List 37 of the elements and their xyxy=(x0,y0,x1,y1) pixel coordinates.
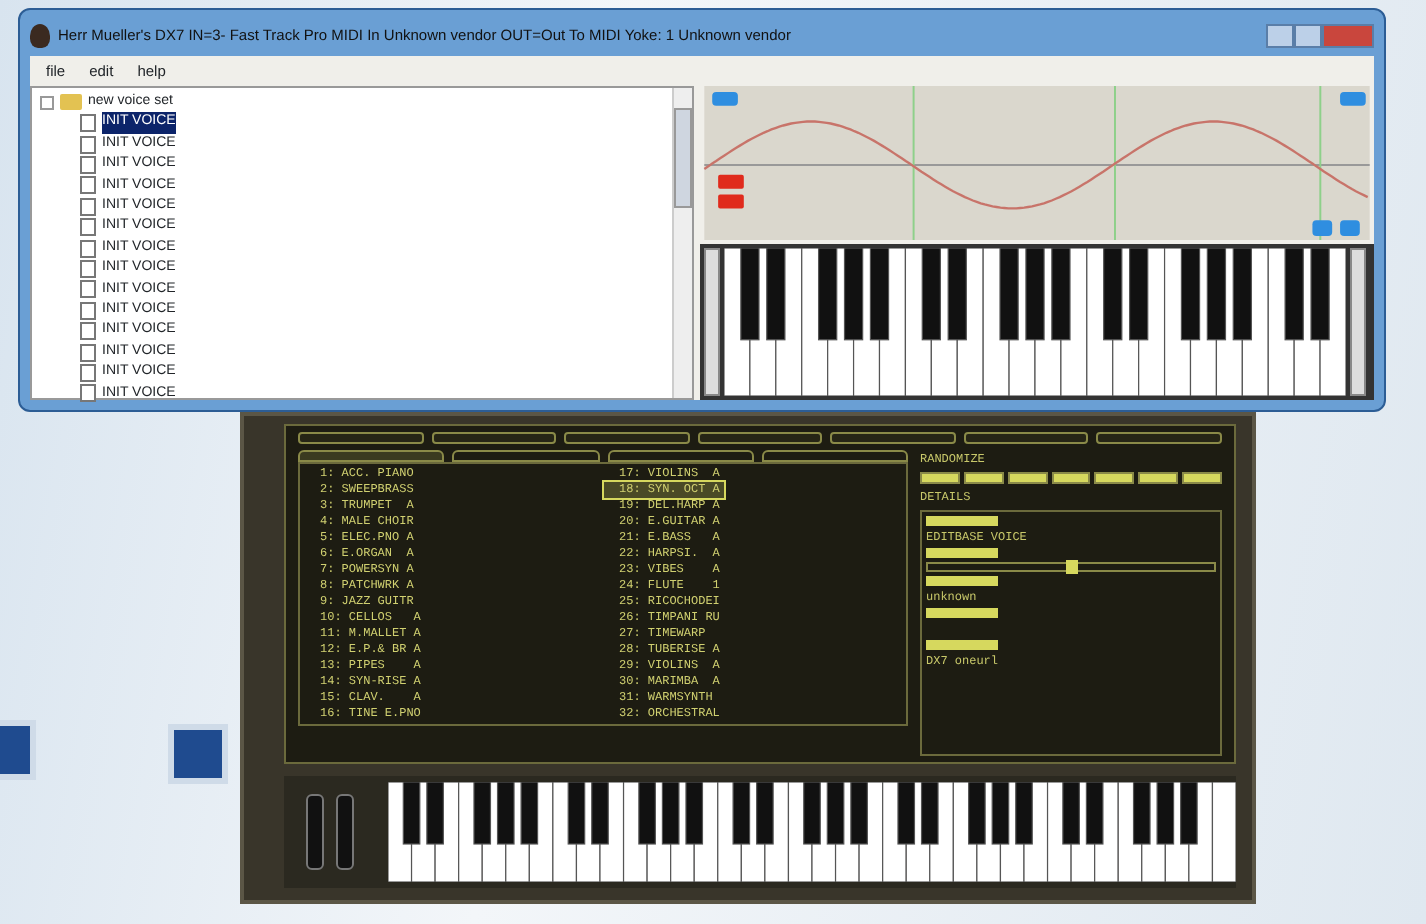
scrollbar[interactable] xyxy=(672,88,692,398)
slider-thumb[interactable] xyxy=(1065,560,1077,574)
panel-button[interactable] xyxy=(298,432,424,444)
app-icon xyxy=(30,24,50,48)
maximize-button[interactable] xyxy=(1294,24,1322,48)
mod-wheel[interactable] xyxy=(336,794,354,870)
toggle-button[interactable] xyxy=(1138,472,1179,484)
field-label xyxy=(926,516,998,526)
slider-track[interactable] xyxy=(704,248,720,396)
pitch-wheel[interactable] xyxy=(306,794,324,870)
toggle-button[interactable] xyxy=(1051,472,1091,484)
slider-track[interactable] xyxy=(1350,248,1366,396)
panel-button[interactable] xyxy=(697,432,823,444)
minimize-button[interactable] xyxy=(1266,24,1294,48)
panel-button[interactable] xyxy=(431,432,557,444)
bank-tab[interactable] xyxy=(452,450,599,462)
toggle-button[interactable] xyxy=(963,472,1004,484)
panel-button[interactable] xyxy=(963,432,1089,444)
bank-tab[interactable] xyxy=(761,450,908,462)
piano-keyboard[interactable] xyxy=(724,248,1346,396)
bank-tab[interactable] xyxy=(298,450,445,462)
panel-button[interactable] xyxy=(564,432,690,444)
field-label xyxy=(926,608,998,618)
field-label xyxy=(926,576,998,586)
desktop-icon[interactable] xyxy=(168,724,228,784)
toggle-button[interactable] xyxy=(920,472,960,484)
folder-icon xyxy=(60,94,82,111)
toggle-button[interactable] xyxy=(1007,472,1048,484)
panel-button[interactable] xyxy=(830,432,956,444)
panel-button[interactable] xyxy=(1096,432,1223,444)
toggle-button[interactable] xyxy=(1182,472,1223,484)
piano-keyboard[interactable] xyxy=(388,782,1236,882)
field-label xyxy=(926,548,998,558)
field-label xyxy=(926,640,998,650)
bank-tab[interactable] xyxy=(607,450,754,462)
toggle-button[interactable] xyxy=(1094,472,1135,484)
expander-icon[interactable] xyxy=(40,95,54,110)
